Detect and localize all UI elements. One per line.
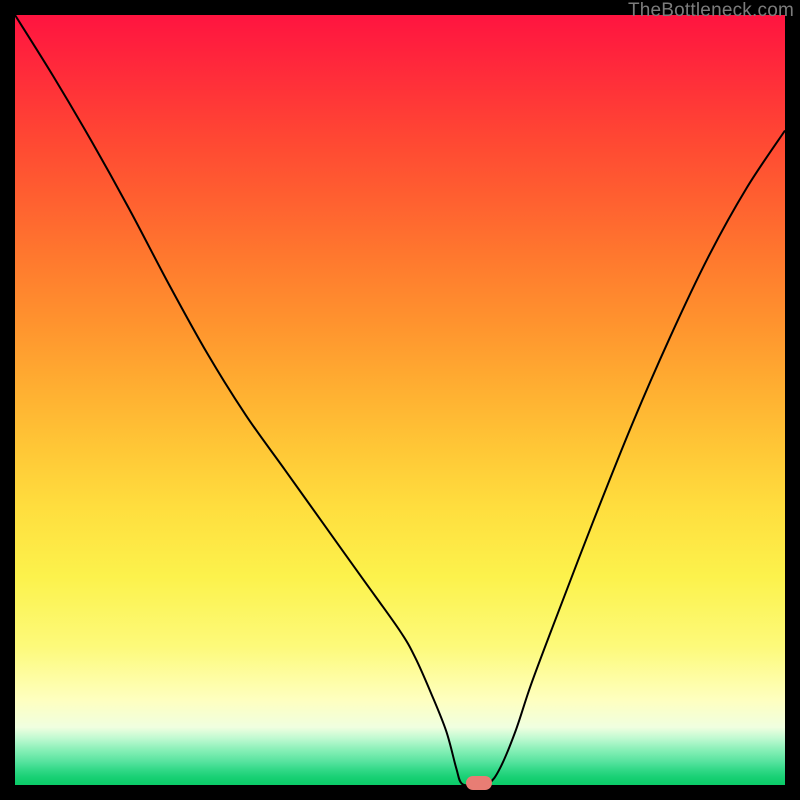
bottleneck-chart: TheBottleneck.com	[0, 0, 800, 800]
bottleneck-curve-path	[15, 15, 785, 785]
optimal-point-marker	[466, 776, 492, 790]
chart-curve-layer	[15, 15, 785, 785]
watermark-text: TheBottleneck.com	[628, 0, 794, 22]
